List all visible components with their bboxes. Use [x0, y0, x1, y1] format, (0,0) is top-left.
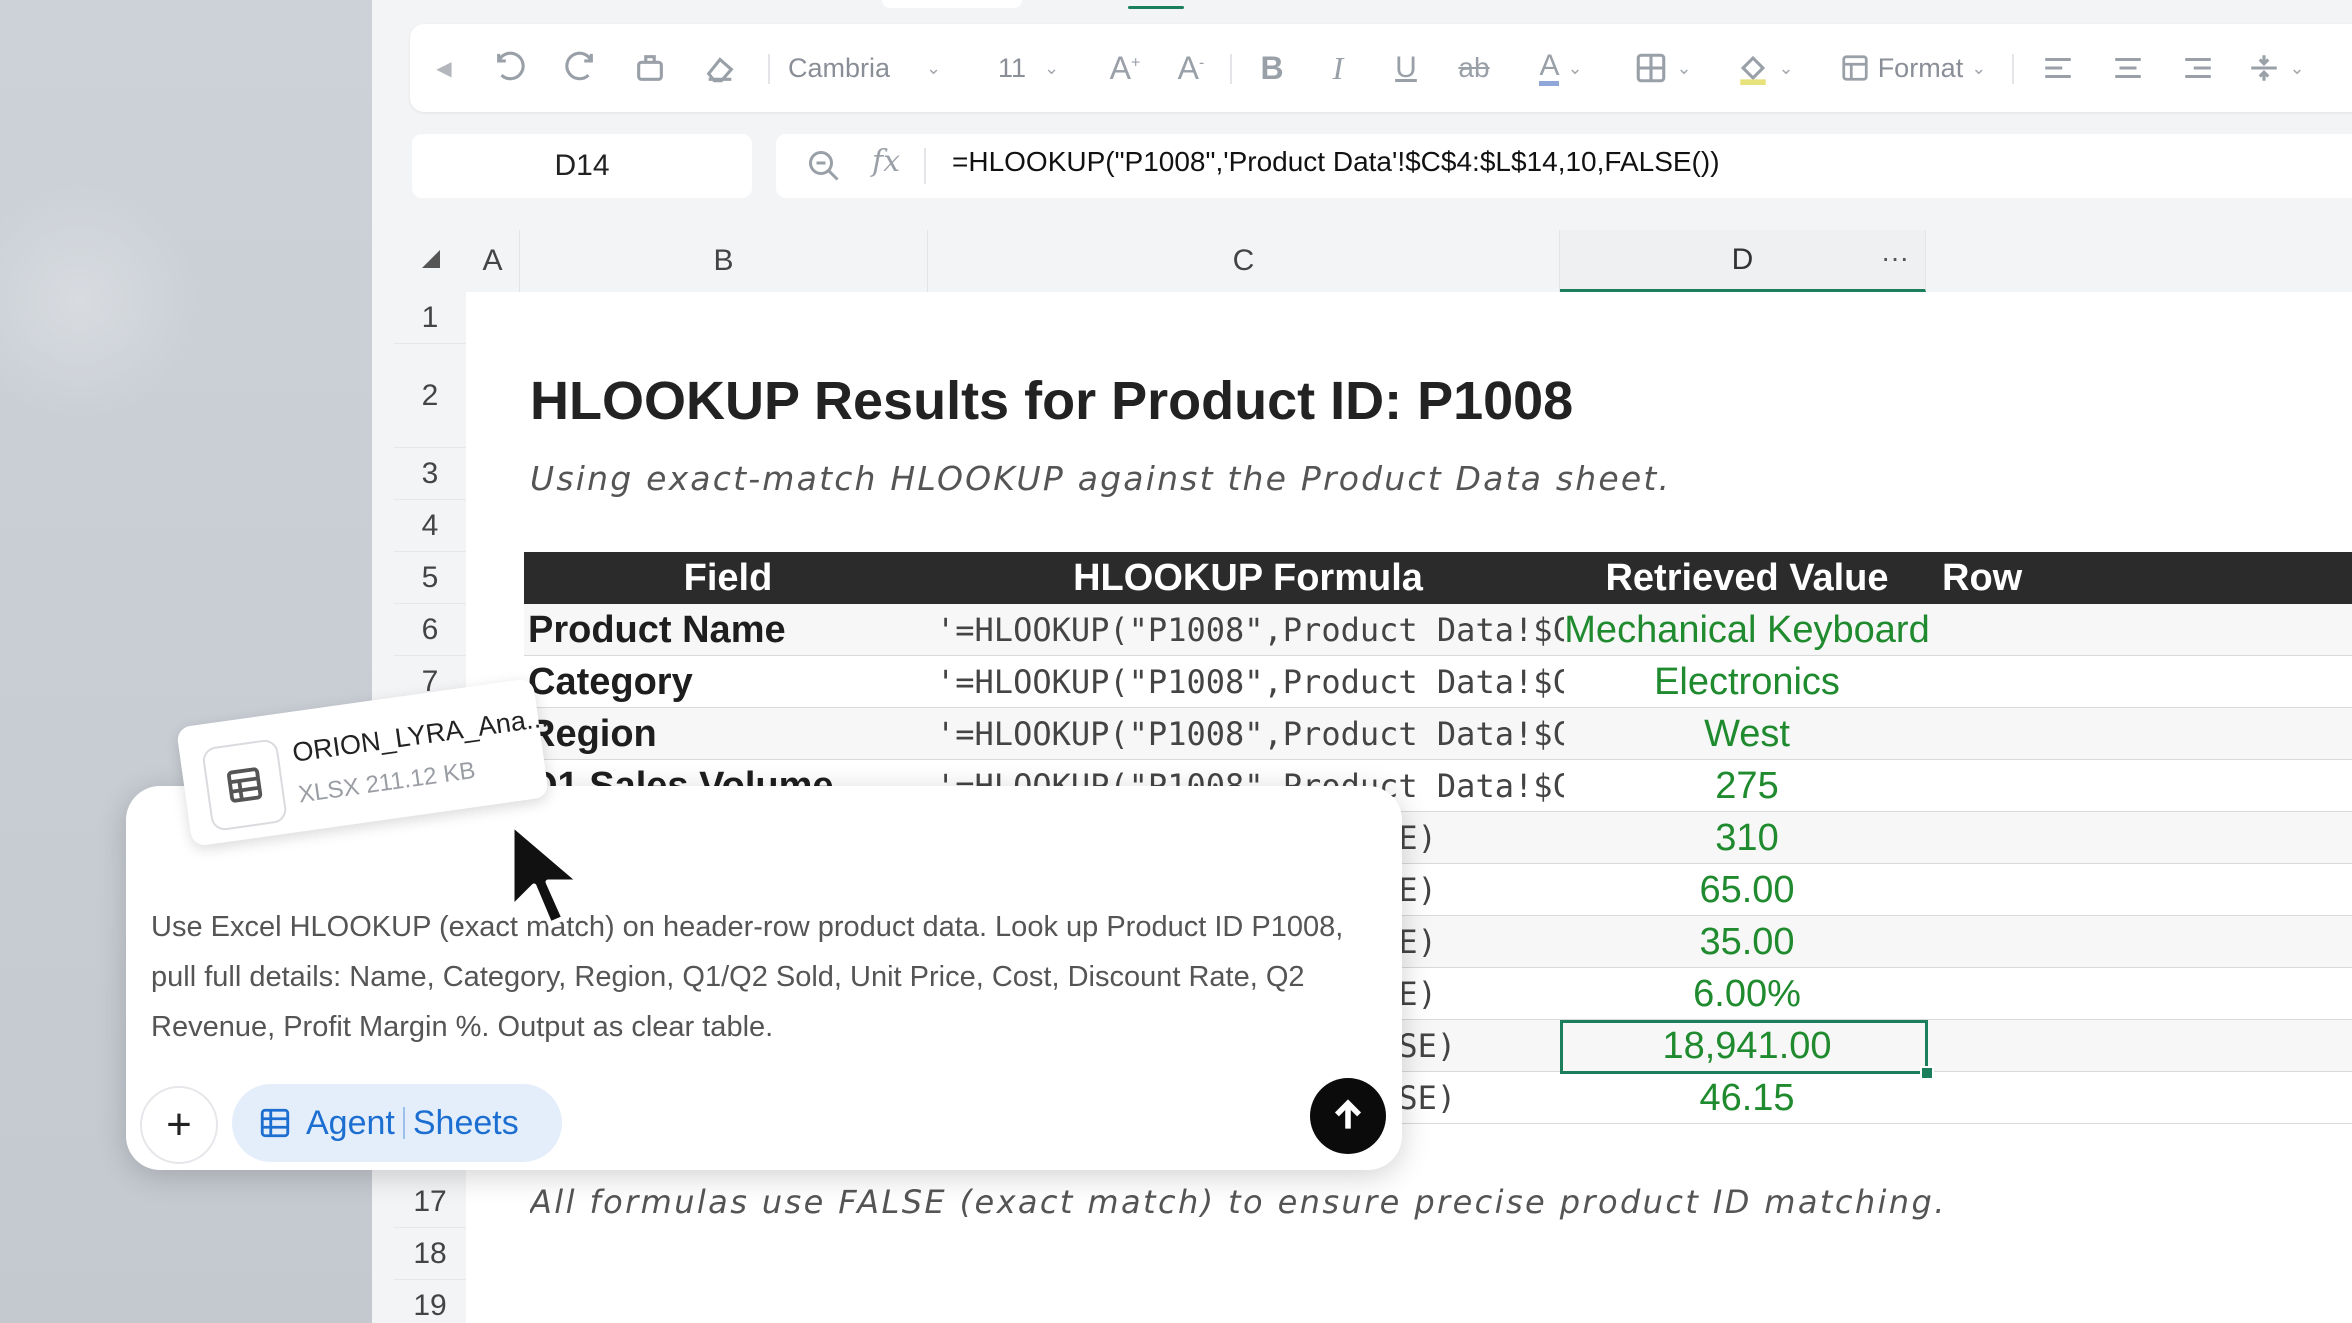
column-more-icon[interactable]: ···	[1881, 242, 1909, 274]
format-menu-button[interactable]: Format ⌄	[1828, 24, 1998, 112]
chevron-down-icon: ⌄	[926, 57, 942, 78]
column-header-e[interactable]	[1926, 230, 2352, 292]
row-header[interactable]: 2	[394, 344, 466, 448]
row-header[interactable]: 6	[394, 604, 466, 656]
agent-mode-pill[interactable]: Agent Sheets	[232, 1084, 562, 1162]
column-header-c[interactable]: C	[928, 230, 1560, 292]
active-cell-d14[interactable]	[1560, 1020, 1928, 1074]
column-header-b[interactable]: B	[520, 230, 928, 292]
decrease-font-size-icon[interactable]: A-	[1166, 24, 1216, 112]
align-left-icon[interactable]	[2030, 24, 2086, 112]
file-name: ORION_LYRA_Ana...	[290, 702, 550, 768]
chevron-down-icon: ⌄	[1567, 57, 1583, 78]
arrow-up-icon	[1334, 1099, 1362, 1129]
align-center-icon[interactable]	[2100, 24, 2156, 112]
bold-icon[interactable]: B	[1244, 24, 1300, 112]
font-family-select[interactable]: Cambria ⌄	[788, 24, 958, 112]
undo-icon[interactable]	[480, 24, 540, 112]
font-size-select[interactable]: 11 ⌄	[998, 24, 1078, 112]
send-button[interactable]	[1310, 1078, 1386, 1154]
sheets-label: Sheets	[412, 1103, 519, 1142]
increase-font-size-icon[interactable]: A+	[1100, 24, 1150, 112]
header-formula[interactable]: HLOOKUP Formula	[932, 552, 1564, 604]
cell-reference: D14	[554, 149, 610, 182]
formula-input[interactable]: =HLOOKUP("P1008",'Product Data'!$C$4:$L$…	[952, 146, 1720, 178]
row-header[interactable]: 3	[394, 448, 466, 500]
retrieved-value-cell[interactable]: 310	[1564, 812, 1930, 864]
formula-cell[interactable]: '=HLOOKUP("P1008",Product Data!$C$4:$L$1…	[932, 604, 1564, 656]
header-retrieved-value[interactable]: Retrieved Value	[1564, 552, 1930, 604]
retrieved-value-cell[interactable]: 6.00%	[1564, 968, 1930, 1020]
field-cell[interactable]: Category	[528, 656, 928, 708]
column-header-a[interactable]: A	[466, 230, 520, 292]
row-header[interactable]: 19	[394, 1280, 466, 1323]
retrieved-value-cell[interactable]: 46.15	[1564, 1072, 1930, 1124]
sheet-subtitle[interactable]: Using exact-match HLOOKUP against the Pr…	[530, 452, 1671, 504]
prompt-text[interactable]: Use Excel HLOOKUP (exact match) on heade…	[151, 902, 1351, 1052]
toolbar-scroll-left-icon[interactable]: ◀	[424, 24, 464, 112]
field-cell[interactable]: Product Name	[528, 604, 928, 656]
header-row[interactable]: Row	[1930, 552, 2352, 604]
row-header[interactable]: 5	[394, 552, 466, 604]
zoom-out-icon[interactable]	[806, 148, 842, 184]
mouse-pointer-icon	[509, 821, 583, 927]
retrieved-value-cell[interactable]: Mechanical Keyboard	[1564, 604, 1930, 656]
retrieved-value-cell[interactable]: West	[1564, 708, 1930, 760]
column-header-d[interactable]: D ···	[1560, 230, 1926, 292]
add-attachment-button[interactable]: +	[140, 1086, 218, 1164]
chevron-down-icon: ⌄	[2289, 57, 2305, 78]
row-header[interactable]: 4	[394, 500, 466, 552]
sheet-title[interactable]: HLOOKUP Results for Product ID: P1008	[530, 364, 1573, 438]
ai-chat-composer: Use Excel HLOOKUP (exact match) on heade…	[126, 786, 1402, 1170]
formula-bar[interactable]: fx =HLOOKUP("P1008",'Product Data'!$C$4:…	[776, 134, 2352, 198]
retrieved-value-cell[interactable]: 35.00	[1564, 916, 1930, 968]
retrieved-value-cell[interactable]: 275	[1564, 760, 1930, 812]
chevron-down-icon: ⌄	[1676, 57, 1692, 78]
font-family-value: Cambria	[788, 52, 891, 83]
retrieved-value-cell[interactable]: 65.00	[1564, 864, 1930, 916]
footer-note[interactable]: All formulas use FALSE (exact match) to …	[530, 1176, 1947, 1228]
formula-cell[interactable]: '=HLOOKUP("P1008",Product Data!$C$4:$L$1…	[932, 708, 1564, 760]
top-tab[interactable]	[882, 0, 1022, 8]
row-header[interactable]: 17	[394, 1176, 466, 1228]
sheets-icon	[260, 1108, 290, 1138]
chevron-down-icon: ⌄	[1778, 57, 1794, 78]
select-all-corner[interactable]	[394, 230, 466, 292]
fill-color-icon[interactable]: ⌄	[1720, 24, 1810, 112]
redo-icon[interactable]	[550, 24, 610, 112]
formula-cell[interactable]: '=HLOOKUP("P1008",Product Data!$C$4:$L$1…	[932, 656, 1564, 708]
row-header[interactable]: 1	[394, 292, 466, 344]
italic-icon[interactable]: I	[1310, 24, 1366, 112]
font-color-icon[interactable]: A ⌄	[1516, 24, 1606, 112]
underline-icon[interactable]: U	[1378, 24, 1434, 112]
format-label: Format	[1877, 52, 1964, 83]
plus-icon: +	[166, 1100, 192, 1149]
borders-icon[interactable]: ⌄	[1618, 24, 1708, 112]
strikethrough-icon[interactable]: ab	[1446, 24, 1502, 112]
eraser-icon[interactable]	[690, 24, 750, 112]
fill-handle[interactable]	[1920, 1066, 1934, 1080]
row-header[interactable]: 18	[394, 1228, 466, 1280]
formatting-toolbar: ◀ Cambria ⌄ 11 ⌄ A+ A- B I U ab A ⌄ ⌄ ⌄ …	[410, 24, 2352, 112]
header-field[interactable]: Field	[524, 552, 932, 604]
field-cell[interactable]: Region	[528, 708, 928, 760]
chevron-down-icon: ⌄	[1971, 57, 1987, 78]
format-painter-icon[interactable]	[620, 24, 680, 112]
name-box[interactable]: D14	[412, 134, 752, 198]
spreadsheet-file-icon	[201, 738, 289, 832]
function-icon[interactable]: fx	[872, 144, 900, 179]
retrieved-value-cell[interactable]: Electronics	[1564, 656, 1930, 708]
vertical-align-icon[interactable]: ⌄	[2236, 24, 2316, 112]
chevron-down-icon: ⌄	[1044, 57, 1060, 78]
agent-label: Agent	[306, 1103, 395, 1142]
active-tab-indicator	[1128, 6, 1184, 9]
align-right-icon[interactable]	[2170, 24, 2226, 112]
font-size-value: 11	[998, 52, 1027, 83]
